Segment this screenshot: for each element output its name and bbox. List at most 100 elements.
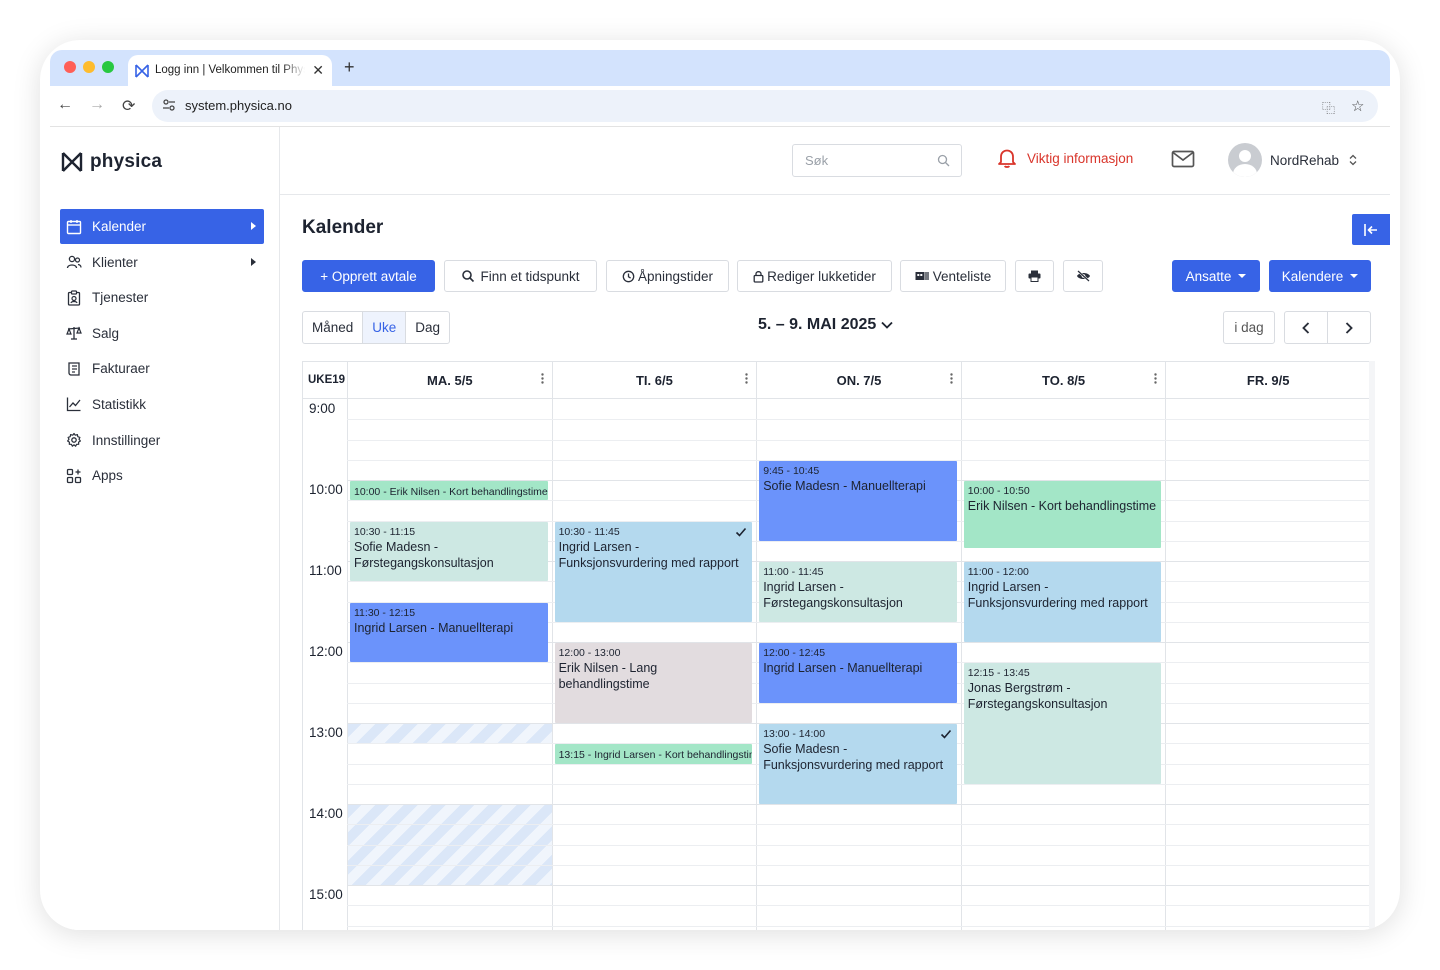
week-navigation xyxy=(1284,311,1371,344)
appointment-event[interactable]: 13:15 - Ingrid Larsen - Kort behandlings… xyxy=(554,744,753,764)
kebab-menu-icon[interactable] xyxy=(745,373,748,384)
sidebar-item-innstillinger[interactable]: Innstillinger xyxy=(60,423,264,458)
date-range-picker[interactable]: 5. – 9. MAI 2025 xyxy=(758,316,893,334)
event-title: Sofie Madesn - Manuellterapi xyxy=(763,478,926,493)
calendar-grid: 9:00 10:00 11:00 12:00 13:00 14:00 15:00 10:00 … xyxy=(303,399,1370,930)
appointment-event[interactable]: 12:00 - 12:45 Ingrid Larsen - Manuelltera… xyxy=(759,643,957,703)
important-info-link[interactable]: Viktig informasjon xyxy=(996,147,1133,169)
search-input[interactable] xyxy=(793,145,933,176)
time-slot-line xyxy=(347,702,1370,704)
appointment-event[interactable]: 11:30 - 12:15 Ingrid Larsen - Manuelltera… xyxy=(350,602,548,663)
calendar-scrollbar[interactable] xyxy=(1369,361,1375,930)
physica-logo-icon xyxy=(61,152,83,172)
waitlist-label: Venteliste xyxy=(932,268,992,284)
day-header[interactable]: TI. 6/5 xyxy=(551,362,757,399)
sidebar-item-label: Tjenester xyxy=(92,290,149,306)
unavailable-slot xyxy=(348,723,552,744)
event-title: Ingrid Larsen - Funksjonsvurdering med r… xyxy=(558,539,739,570)
search-icon[interactable] xyxy=(937,154,950,167)
calendars-dropdown-button[interactable]: Kalendere xyxy=(1269,260,1371,292)
minimize-window-dot[interactable] xyxy=(83,61,95,73)
user-menu[interactable]: NordRehab xyxy=(1228,143,1358,177)
chevron-down-icon xyxy=(881,321,893,329)
event-title: Jonas Bergstrøm - Førstegangskonsultasjo… xyxy=(967,681,1108,712)
event-time: 11:30 - 12:15 xyxy=(354,606,416,619)
view-month-button[interactable]: Måned xyxy=(303,312,364,343)
week-calendar: UKE19 MA. 5/5 TI. 6/5 ON. 7/5 TO. 8/5 FR. 9/… xyxy=(302,361,1371,930)
day-header-label: ON. 7/5 xyxy=(836,373,882,388)
kebab-menu-icon[interactable] xyxy=(1154,373,1158,384)
day-header[interactable]: FR. 9/5 xyxy=(1165,362,1370,399)
sidebar: physica Kalender Klienter Tjenester Salg… xyxy=(50,127,280,930)
day-header[interactable]: ON. 7/5 xyxy=(756,362,961,399)
address-bar[interactable]: system.physica.no ⿻ ☆ xyxy=(152,90,1378,122)
day-column-divider xyxy=(1165,399,1167,930)
sidebar-item-salg[interactable]: Salg xyxy=(60,316,264,351)
physica-favicon-icon xyxy=(135,64,149,78)
browser-tab[interactable]: Logg inn | Velkommen til Physica ✕ xyxy=(128,55,332,86)
day-header[interactable]: TO. 8/5 xyxy=(960,362,1166,399)
appointment-event[interactable]: 13:00 - 14:00 Sofie Madesn - Funksjonsvur… xyxy=(759,724,957,804)
hour-label: 13:00 xyxy=(309,725,343,740)
reload-icon[interactable]: ⟳ xyxy=(122,96,135,116)
site-settings-icon[interactable] xyxy=(162,98,176,112)
sidebar-item-statistikk[interactable]: Statistikk xyxy=(60,387,264,422)
checkmark-icon xyxy=(736,527,747,537)
event-time: 10:30 - 11:45 xyxy=(558,525,620,538)
logo[interactable]: physica xyxy=(60,149,162,175)
opening-hours-button[interactable]: Åpningstider xyxy=(606,260,729,292)
sidebar-item-tjenester[interactable]: Tjenester xyxy=(60,280,264,315)
view-day-button[interactable]: Dag xyxy=(406,312,449,343)
hour-label: 12:00 xyxy=(309,644,343,659)
kebab-menu-icon[interactable] xyxy=(950,373,953,384)
time-slot-line xyxy=(347,885,1370,886)
users-icon xyxy=(66,255,82,269)
sidebar-item-apps[interactable]: Apps xyxy=(60,458,264,493)
bookmark-star-icon[interactable]: ☆ xyxy=(1351,97,1364,115)
gear-icon xyxy=(67,432,81,447)
next-week-button[interactable] xyxy=(1328,312,1370,343)
maximize-window-dot[interactable] xyxy=(102,61,114,73)
appointment-event[interactable]: 12:00 - 13:00 Erik Nilsen - Lang behandli… xyxy=(554,643,753,723)
forward-arrow-icon[interactable]: → xyxy=(89,96,105,114)
tab-close-icon[interactable]: ✕ xyxy=(312,62,324,79)
appointment-event[interactable]: 10:00 - Erik Nilsen - Kort behandlingsti… xyxy=(350,481,548,501)
close-window-dot[interactable] xyxy=(64,61,76,73)
collapse-panel-button[interactable] xyxy=(1352,214,1390,245)
appointment-event[interactable]: 10:30 - 11:45 Ingrid Larsen - Funksjonsvu… xyxy=(554,521,753,622)
sidebar-item-fakturaer[interactable]: Fakturaer xyxy=(60,351,264,386)
hide-button[interactable] xyxy=(1063,260,1103,292)
translate-icon[interactable]: ⿻ xyxy=(1322,98,1335,117)
event-title: Ingrid Larsen - Funksjonsvurdering med r… xyxy=(967,580,1148,610)
sidebar-item-klienter[interactable]: Klienter xyxy=(60,245,264,280)
new-tab-icon[interactable]: + xyxy=(344,57,355,78)
waitlist-button[interactable]: Venteliste xyxy=(900,260,1006,292)
previous-week-button[interactable] xyxy=(1285,312,1328,343)
search-box[interactable] xyxy=(792,144,962,177)
sidebar-item-label: Fakturaer xyxy=(92,361,150,377)
appointment-event[interactable]: 11:00 - 12:00 Ingrid Larsen - Funksjonsvu… xyxy=(963,562,1162,642)
appointment-event[interactable]: 10:00 - 10:50 Erik Nilsen - Kort behandli… xyxy=(963,481,1162,548)
appointment-event[interactable]: 10:30 - 11:15 Sofie Madesn - Førstegangsk… xyxy=(350,521,548,582)
mail-icon[interactable] xyxy=(1171,150,1195,168)
find-time-button[interactable]: Finn et tidspunkt xyxy=(444,260,597,292)
appointment-event[interactable]: 9:45 - 10:45 Sofie Madesn - Manuellterapi xyxy=(759,460,957,541)
sidebar-item-kalender[interactable]: Kalender xyxy=(60,209,264,244)
hour-label: 15:00 xyxy=(309,887,343,902)
calendar-header: UKE19 MA. 5/5 TI. 6/5 ON. 7/5 TO. 8/5 FR. 9/… xyxy=(303,362,1370,399)
back-arrow-icon[interactable]: ← xyxy=(57,96,73,114)
event-title: Erik Nilsen - Kort behandlingstime xyxy=(967,499,1157,513)
staff-dropdown-button[interactable]: Ansatte xyxy=(1172,260,1260,292)
edit-closed-times-button[interactable]: Rediger lukketider xyxy=(737,260,892,292)
day-header[interactable]: MA. 5/5 xyxy=(347,362,552,399)
caret-down-icon xyxy=(1350,274,1359,278)
staff-label: Ansatte xyxy=(1185,268,1232,284)
create-appointment-button[interactable]: + Opprett avtale xyxy=(302,260,435,292)
appointment-event[interactable]: 12:15 - 13:45 Jonas Bergstrøm - Førstegan… xyxy=(963,663,1162,784)
view-week-button[interactable]: Uke xyxy=(363,312,407,343)
print-button[interactable] xyxy=(1015,260,1054,292)
kebab-menu-icon[interactable] xyxy=(540,373,544,384)
appointment-event[interactable]: 11:00 - 11:45 Ingrid Larsen - Førstegangs… xyxy=(759,562,957,622)
today-button[interactable]: i dag xyxy=(1223,311,1275,344)
date-range-label: 5. – 9. MAI 2025 xyxy=(758,316,877,333)
